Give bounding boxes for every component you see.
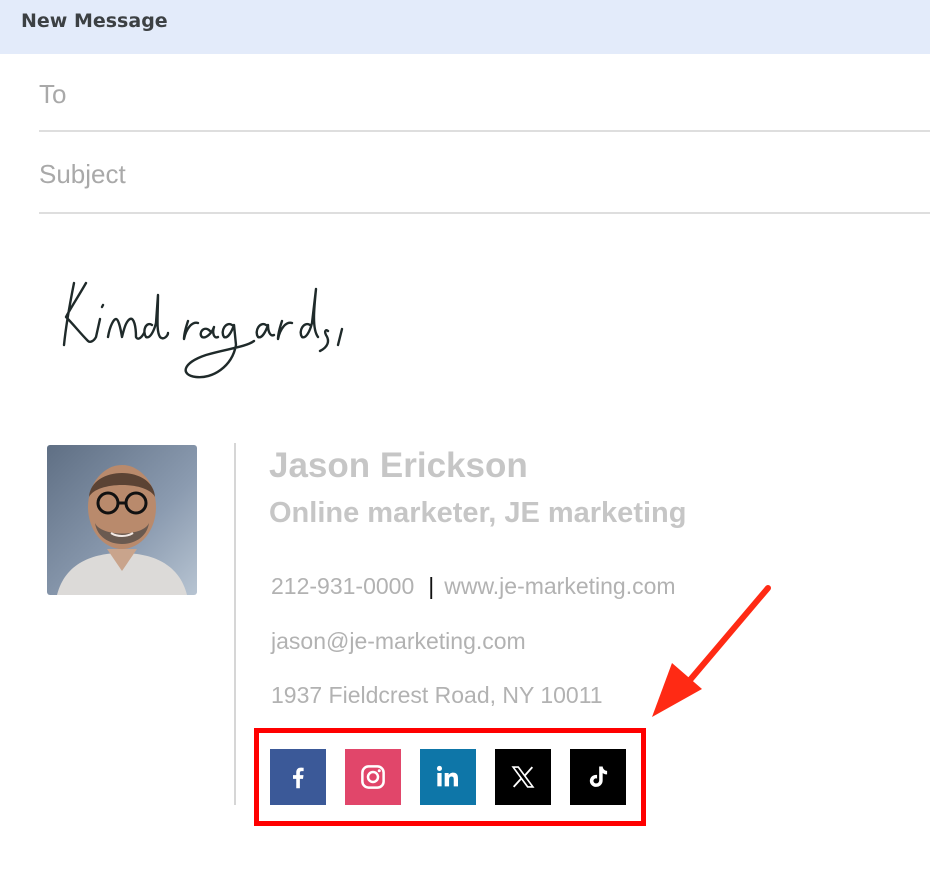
instagram-icon[interactable] [345, 749, 401, 805]
avatar [47, 445, 197, 595]
signoff-handwriting [56, 275, 356, 400]
x-icon[interactable] [495, 749, 551, 805]
social-icons-highlight [254, 728, 646, 826]
signature-name: Jason Erickson [269, 446, 528, 485]
signature-role: Online marketer, JE marketing [269, 497, 687, 529]
signature-contact-line: 212-931-0000 | www.je-marketing.com [271, 573, 676, 600]
signature-email[interactable]: jason@je-marketing.com [271, 628, 526, 655]
window-title: New Message [21, 10, 168, 32]
subject-field-row [39, 154, 930, 214]
signature-website[interactable]: www.je-marketing.com [444, 573, 675, 599]
red-arrow-annotation [650, 585, 780, 730]
signature-divider [234, 443, 236, 805]
signature-separator: | [428, 573, 435, 599]
window-titlebar: New Message [0, 0, 930, 54]
to-field-row [39, 74, 930, 132]
linkedin-icon[interactable] [420, 749, 476, 805]
signature-phone[interactable]: 212-931-0000 [271, 573, 414, 599]
signature-address: 1937 Fieldcrest Road, NY 10011 [271, 682, 603, 708]
subject-field[interactable] [39, 154, 930, 194]
facebook-icon[interactable] [270, 749, 326, 805]
tiktok-icon[interactable] [570, 749, 626, 805]
to-field[interactable] [39, 74, 930, 114]
